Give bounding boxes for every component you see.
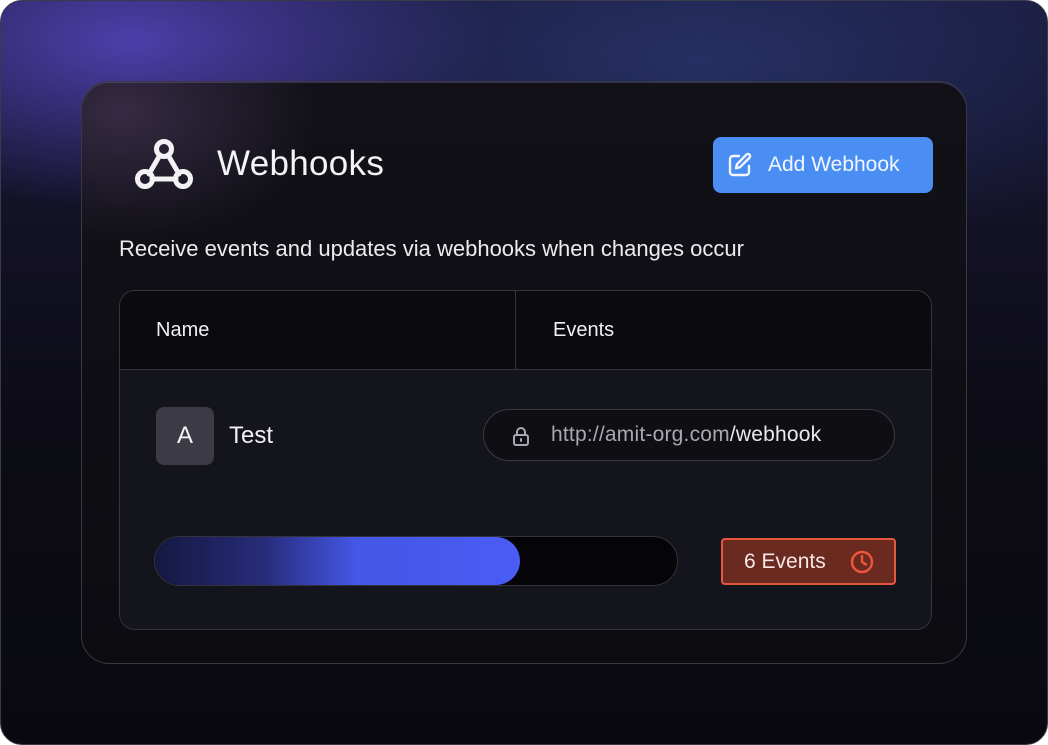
column-header-name[interactable]: Name <box>156 291 209 369</box>
webhook-icon <box>135 139 193 189</box>
webhook-name[interactable]: Test <box>229 419 273 453</box>
events-count-label: 6 Events <box>744 550 826 573</box>
add-webhook-label: Add Webhook <box>768 153 900 176</box>
webhook-url: http://amit-org.com/webhook <box>551 410 821 460</box>
app-background: Webhooks Add Webhook Receive events and … <box>0 0 1048 745</box>
column-divider <box>515 291 516 369</box>
webhook-url-field[interactable]: http://amit-org.com/webhook <box>483 409 895 461</box>
edit-icon <box>728 152 752 177</box>
webhooks-table: Name Events A Test http://amit-org.com/w… <box>119 290 932 630</box>
webhook-url-path: /webhook <box>729 423 822 446</box>
event-progress-fill <box>155 537 521 585</box>
events-count-badge[interactable]: 6 Events <box>721 538 896 585</box>
table-header: Name Events <box>120 291 931 370</box>
avatar: A <box>156 407 214 465</box>
page-title: Webhooks <box>217 144 385 183</box>
event-progress-bar <box>154 536 678 586</box>
column-header-events[interactable]: Events <box>553 291 614 369</box>
webhook-url-host: http://amit-org.com <box>551 423 730 446</box>
lock-icon <box>513 427 529 446</box>
add-webhook-button[interactable]: Add Webhook <box>713 137 933 193</box>
clock-icon <box>850 550 874 574</box>
page-description: Receive events and updates via webhooks … <box>119 236 744 261</box>
webhooks-card: Webhooks Add Webhook Receive events and … <box>81 81 967 664</box>
